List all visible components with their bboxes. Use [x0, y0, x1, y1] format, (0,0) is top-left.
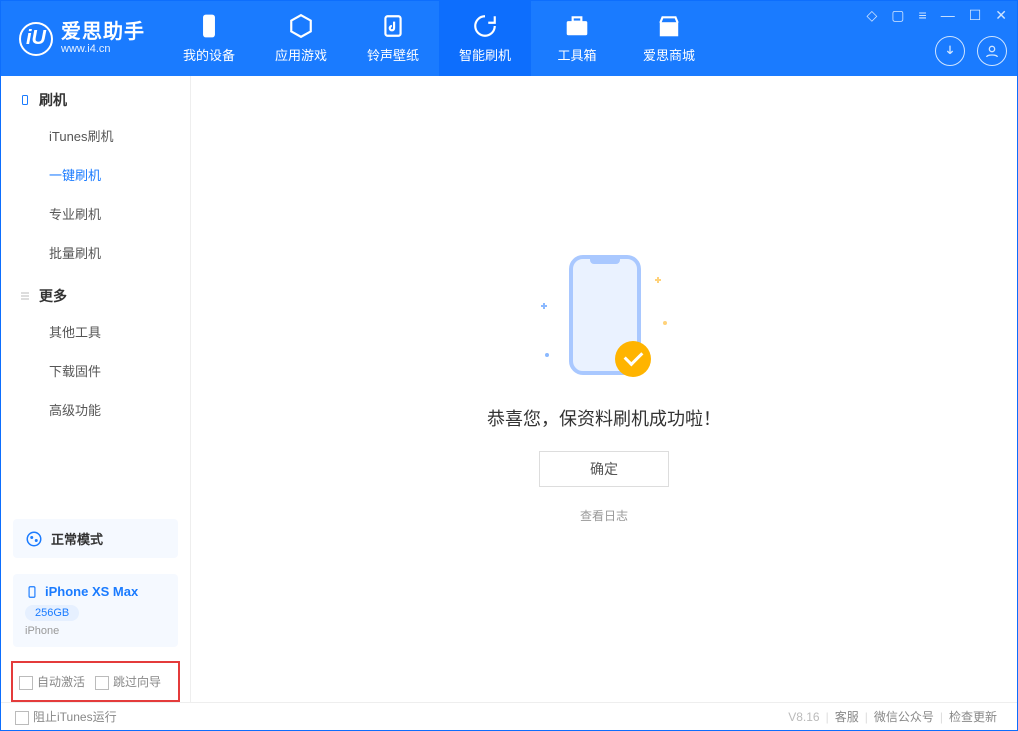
- main-panel: 恭喜您，保资料刷机成功啦！ 确定 查看日志: [191, 76, 1017, 702]
- tab-apps[interactable]: 应用游戏: [255, 1, 347, 76]
- block-itunes-checkbox[interactable]: 阻止iTunes运行: [15, 708, 117, 725]
- window-controls: ◇ ▢ ≡ — ☐ ✕: [867, 7, 1007, 24]
- toolbox-icon: [564, 13, 590, 39]
- phone-small-icon: [25, 585, 39, 599]
- sidebar-item-download-fw[interactable]: 下载固件: [1, 351, 190, 390]
- wechat-link[interactable]: 微信公众号: [874, 708, 934, 725]
- sidebar-item-itunes-flash[interactable]: iTunes刷机: [1, 116, 190, 155]
- success-illustration: [539, 255, 669, 385]
- sidebar: 刷机 iTunes刷机 一键刷机 专业刷机 批量刷机 更多 其他工具 下载固件 …: [1, 76, 191, 702]
- phone-icon: [196, 13, 222, 39]
- mode-icon: [25, 530, 43, 548]
- tab-label: 我的设备: [183, 45, 235, 64]
- app-logo: iU 爱思助手 www.i4.cn: [1, 1, 163, 76]
- store-icon: [656, 13, 682, 39]
- app-site: www.i4.cn: [61, 43, 145, 55]
- close-button[interactable]: ✕: [995, 7, 1007, 24]
- highlighted-options: 自动激活 跳过向导: [11, 661, 180, 702]
- view-log-link[interactable]: 查看日志: [580, 507, 628, 524]
- tab-label: 应用游戏: [275, 45, 327, 64]
- check-update-link[interactable]: 检查更新: [949, 708, 997, 725]
- logo-icon: iU: [19, 22, 53, 56]
- cube-icon: [288, 13, 314, 39]
- box-icon[interactable]: ▢: [891, 7, 904, 24]
- device-name: iPhone XS Max: [45, 584, 138, 599]
- skip-guide-checkbox[interactable]: 跳过向导: [95, 673, 161, 690]
- sidebar-item-advanced[interactable]: 高级功能: [1, 390, 190, 429]
- check-badge-icon: [615, 341, 651, 377]
- mode-box[interactable]: 正常模式: [13, 519, 178, 558]
- footer-bar: 阻止iTunes运行 V8.16 | 客服 | 微信公众号 | 检查更新: [1, 702, 1017, 730]
- main-tabs: 我的设备 应用游戏 铃声壁纸 智能刷机 工具箱 爱思商城: [163, 1, 715, 76]
- success-message: 恭喜您，保资料刷机成功啦！: [487, 405, 721, 431]
- tab-label: 工具箱: [557, 45, 596, 64]
- tab-toolbox[interactable]: 工具箱: [531, 1, 623, 76]
- tab-flash[interactable]: 智能刷机: [439, 1, 531, 76]
- list-icon: [19, 290, 31, 302]
- mode-label: 正常模式: [51, 529, 103, 548]
- music-file-icon: [380, 13, 406, 39]
- tab-store[interactable]: 爱思商城: [623, 1, 715, 76]
- tab-ringtone[interactable]: 铃声壁纸: [347, 1, 439, 76]
- download-button[interactable]: [935, 36, 965, 66]
- tab-label: 爱思商城: [643, 45, 695, 64]
- auto-activate-checkbox[interactable]: 自动激活: [19, 673, 85, 690]
- app-name: 爱思助手: [61, 21, 145, 43]
- header-bar: iU 爱思助手 www.i4.cn 我的设备 应用游戏 铃声壁纸 智能刷机 工具…: [1, 1, 1017, 76]
- sidebar-item-batch-flash[interactable]: 批量刷机: [1, 233, 190, 272]
- tab-my-device[interactable]: 我的设备: [163, 1, 255, 76]
- refresh-shield-icon: [472, 13, 498, 39]
- version-label: V8.16: [788, 710, 819, 724]
- sidebar-item-other-tools[interactable]: 其他工具: [1, 312, 190, 351]
- menu-icon[interactable]: ≡: [919, 7, 927, 24]
- ok-button[interactable]: 确定: [539, 451, 669, 487]
- minimize-button[interactable]: —: [941, 7, 955, 24]
- device-type: iPhone: [25, 625, 166, 637]
- tab-label: 智能刷机: [459, 45, 511, 64]
- device-capacity: 256GB: [25, 605, 79, 621]
- tab-label: 铃声壁纸: [367, 45, 419, 64]
- device-box[interactable]: iPhone XS Max 256GB iPhone: [13, 574, 178, 647]
- device-icon: [19, 94, 31, 106]
- account-button[interactable]: [977, 36, 1007, 66]
- sidebar-section-flash: 刷机: [1, 76, 190, 116]
- sidebar-item-pro-flash[interactable]: 专业刷机: [1, 194, 190, 233]
- tshirt-icon[interactable]: ◇: [867, 7, 878, 24]
- support-link[interactable]: 客服: [835, 708, 859, 725]
- sidebar-item-one-click[interactable]: 一键刷机: [1, 155, 190, 194]
- sidebar-section-more: 更多: [1, 272, 190, 312]
- maximize-button[interactable]: ☐: [969, 7, 982, 24]
